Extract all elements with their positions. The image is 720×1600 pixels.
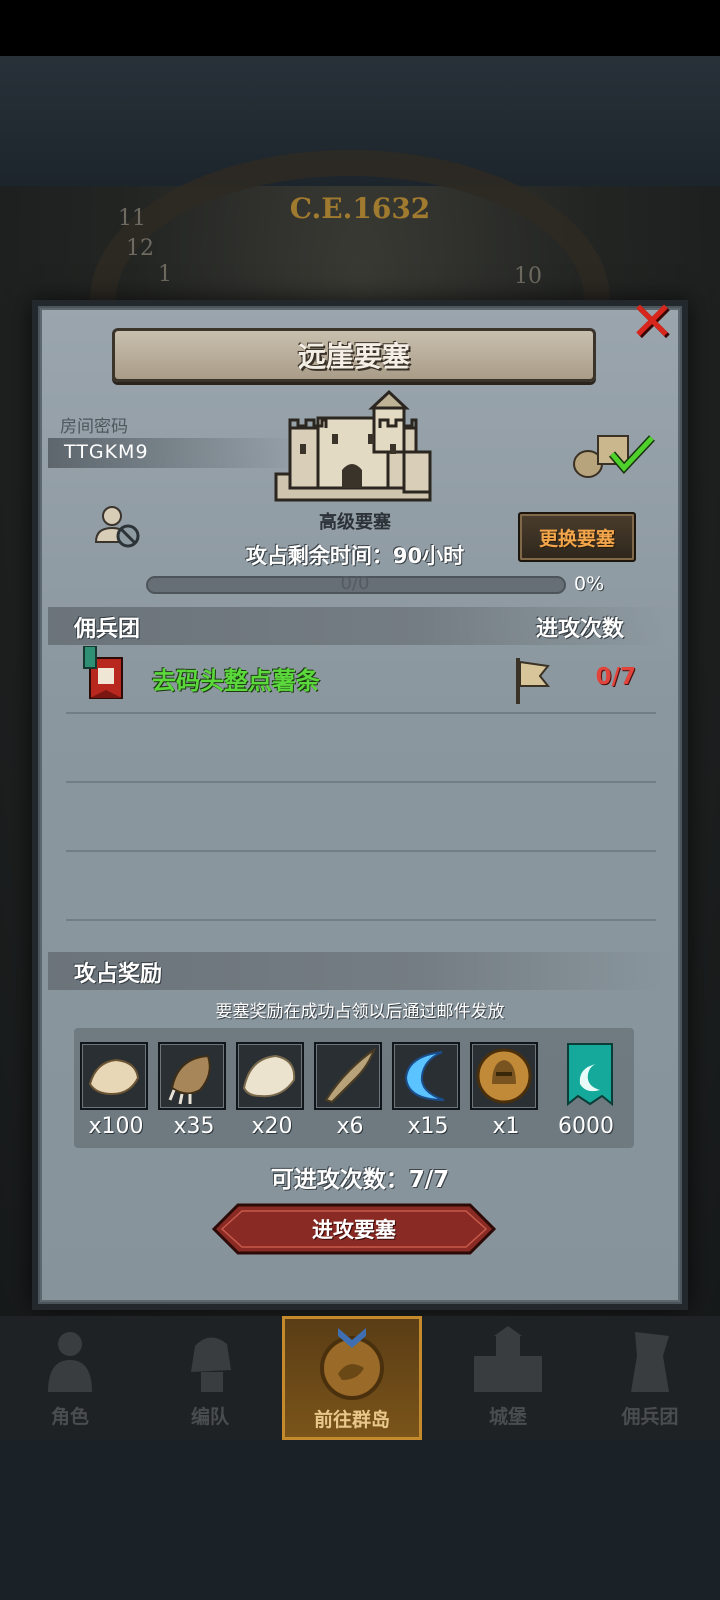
capture-progress-percent: 0% <box>574 573 605 595</box>
reward-qty: x100 <box>88 1114 144 1139</box>
nav-label: 前往群岛 <box>313 1409 390 1431</box>
attack-attempts: 可进攻次数：7/7 <box>270 1167 450 1193</box>
nav-mercenary[interactable]: 佣兵团 <box>580 1316 720 1440</box>
title-banner: 远崖要塞 <box>112 328 596 382</box>
nav-label: 城堡 <box>488 1406 527 1428</box>
capture-time-left: 攻占剩余时间：90小时 <box>245 544 465 568</box>
knight-helmet-medal-icon <box>476 1048 532 1104</box>
beast-claw-icon <box>168 1054 211 1105</box>
clock-number: 11 <box>118 206 146 231</box>
nav-formation[interactable]: 编队 <box>140 1316 280 1440</box>
fortress-castle-icon <box>274 389 432 502</box>
row-divider <box>66 712 656 714</box>
formation-icon <box>140 1316 280 1406</box>
row-divider <box>66 850 656 852</box>
clock-number: 10 <box>514 264 542 289</box>
room-code[interactable]: TTGKM9 <box>64 441 149 463</box>
reward-qty: x20 <box>251 1114 293 1139</box>
guild-banner-icon <box>567 1043 613 1107</box>
mercenary-attack-count: 0/7 <box>595 664 636 690</box>
attack-fortress-button[interactable]: 进攻要塞 <box>212 1203 496 1255</box>
dialog-title: 远崖要塞 <box>297 340 410 373</box>
close-button[interactable]: ✕ <box>628 290 676 353</box>
nav-islands[interactable]: 前往群岛 <box>282 1316 422 1440</box>
horn-icon <box>324 1047 377 1104</box>
supply-ready-icon[interactable] <box>572 430 656 480</box>
white-pelt-icon <box>242 1054 296 1098</box>
reward-item-slot[interactable] <box>470 1042 538 1110</box>
reward-qty: 6000 <box>558 1114 614 1139</box>
reward-qty: x15 <box>407 1114 449 1139</box>
room-code-label: 房间密码 <box>60 417 128 437</box>
clock-number: 1 <box>158 262 172 287</box>
nav-label: 角色 <box>50 1406 89 1428</box>
bottom-background <box>0 1440 720 1600</box>
guild-emblem-icon <box>83 646 123 699</box>
reward-note: 要塞奖励在成功占领以后通过邮件发放 <box>215 1002 505 1022</box>
fur-pelt-icon <box>88 1058 140 1096</box>
reward-qty: x1 <box>492 1114 520 1139</box>
capture-progress-text: 0/0 <box>340 573 370 594</box>
reward-item-slot[interactable] <box>80 1042 148 1110</box>
no-member-icon[interactable] <box>94 502 142 550</box>
mercenary-section-title: 佣兵团 <box>74 617 141 642</box>
era-label: C.E.1632 <box>289 192 431 225</box>
nav-character[interactable]: 角色 <box>0 1316 140 1440</box>
reward-item-slot[interactable] <box>236 1042 304 1110</box>
nav-castle[interactable]: 城堡 <box>438 1316 578 1440</box>
reward-section-title: 攻占奖励 <box>74 962 163 987</box>
row-divider <box>66 919 656 921</box>
mercenary-icon <box>580 1316 720 1406</box>
reward-qty: x35 <box>173 1114 215 1139</box>
nav-label: 编队 <box>190 1406 229 1428</box>
change-fortress-button[interactable]: 更换要塞 <box>518 512 636 562</box>
character-icon <box>0 1316 140 1406</box>
clock-number: 12 <box>126 236 154 261</box>
reward-qty: x6 <box>336 1114 364 1139</box>
mercenary-name[interactable]: 去码头整点薯条 <box>152 661 320 696</box>
reward-item-slot[interactable] <box>392 1042 460 1110</box>
status-bar <box>0 0 720 56</box>
fortress-level: 高级要塞 <box>319 512 391 533</box>
reward-item-slot[interactable] <box>556 1042 624 1110</box>
reward-item-slot[interactable] <box>158 1042 226 1110</box>
reward-item-slot[interactable] <box>314 1042 382 1110</box>
row-divider <box>66 781 656 783</box>
attack-count-header: 进攻次数 <box>536 617 625 642</box>
nav-label: 佣兵团 <box>621 1406 679 1428</box>
islands-icon <box>285 1319 419 1409</box>
close-x-icon: ✕ <box>629 290 675 353</box>
blue-crescent-icon <box>404 1051 445 1101</box>
flag-icon <box>516 658 551 704</box>
castle-icon <box>438 1316 578 1406</box>
